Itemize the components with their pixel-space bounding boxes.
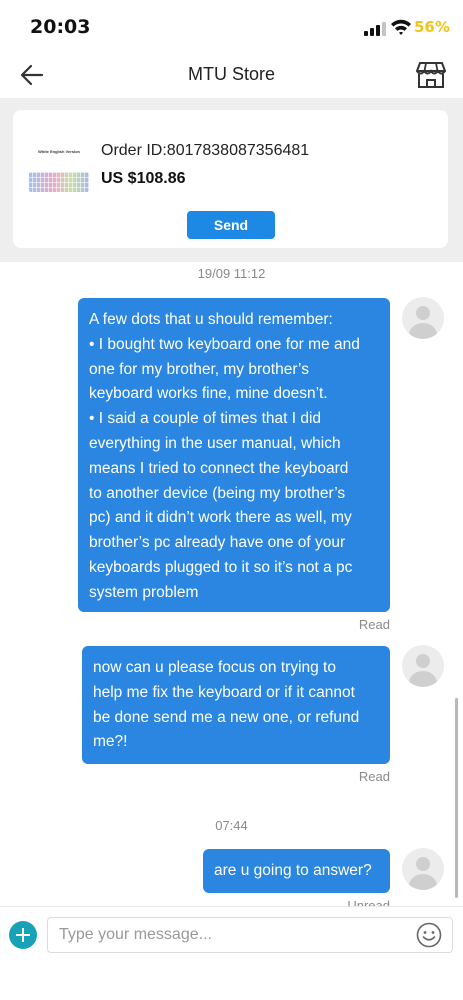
message-line: brother’s pc already have one of your (89, 534, 346, 552)
keyboard-image (29, 172, 89, 192)
order-card[interactable]: White English Version Order ID:801783808… (13, 110, 448, 248)
message-line: • I said a couple of times that I did (89, 410, 322, 428)
status-time: 20:03 (30, 16, 91, 38)
scrollbar[interactable] (455, 698, 458, 898)
order-price: US $108.86 (101, 170, 186, 187)
message-line: pc) and it didn’t work there as well, my (89, 509, 352, 527)
avatar[interactable] (402, 297, 444, 339)
message-bubble[interactable]: now can u please focus on trying to help… (82, 646, 390, 764)
message-line: one for my brother, my brother’s (89, 360, 309, 378)
message-input[interactable] (47, 917, 453, 953)
message-input-bar (0, 906, 463, 1000)
emoji-icon[interactable] (416, 922, 442, 948)
read-status: Unread (347, 898, 390, 906)
battery-percent: 56% (414, 18, 450, 36)
message-line: are u going to answer? (214, 862, 372, 879)
chat-header: MTU Store (0, 52, 463, 98)
message-line: everything in the user manual, which (89, 434, 341, 452)
message-line: now can u please focus on trying to (93, 659, 336, 676)
order-area: White English Version Order ID:801783808… (0, 98, 463, 262)
thumbnail-caption: White English Version (37, 149, 80, 154)
message-line: means I tried to connect the keyboard (89, 459, 349, 477)
store-icon[interactable] (416, 61, 446, 89)
message-bubble[interactable]: are u going to answer? (203, 849, 390, 893)
avatar[interactable] (402, 645, 444, 687)
signal-icon (364, 22, 386, 36)
message-line: keyboards plugged to it so it’s not a pc (89, 558, 353, 576)
message-line: to another device (being my brother’s (89, 484, 346, 502)
message-line: help me fix the keyboard or if it cannot (93, 683, 355, 701)
order-id: Order ID:8017838087356481 (101, 142, 310, 159)
avatar[interactable] (402, 848, 444, 890)
wifi-icon (391, 19, 411, 35)
timestamp: 07:44 (215, 818, 248, 833)
message-line: keyboard works fine, mine doesn’t. (89, 385, 328, 403)
message-line: A few dots that u should remember: (89, 311, 333, 328)
status-bar: 20:03 56% (0, 0, 463, 52)
read-status: Read (358, 769, 390, 784)
send-order-button[interactable]: Send (187, 211, 275, 239)
timestamp: 19/09 11:12 (197, 266, 266, 281)
read-status: Read (358, 617, 390, 632)
message-line: • I bought two keyboard one for me and (89, 335, 360, 353)
page-title: MTU Store (187, 64, 275, 84)
plus-icon[interactable] (9, 921, 37, 949)
product-thumbnail[interactable]: White English Version (29, 144, 89, 196)
message-bubble[interactable]: A few dots that u should remember: • I b… (78, 298, 390, 612)
message-line: be done send me a new one, or refund (93, 708, 360, 726)
message-line: system problem (89, 583, 199, 601)
chat-area[interactable]: 19/09 11:12 A few dots that u should rem… (0, 262, 463, 906)
message-line: me?! (93, 733, 128, 751)
